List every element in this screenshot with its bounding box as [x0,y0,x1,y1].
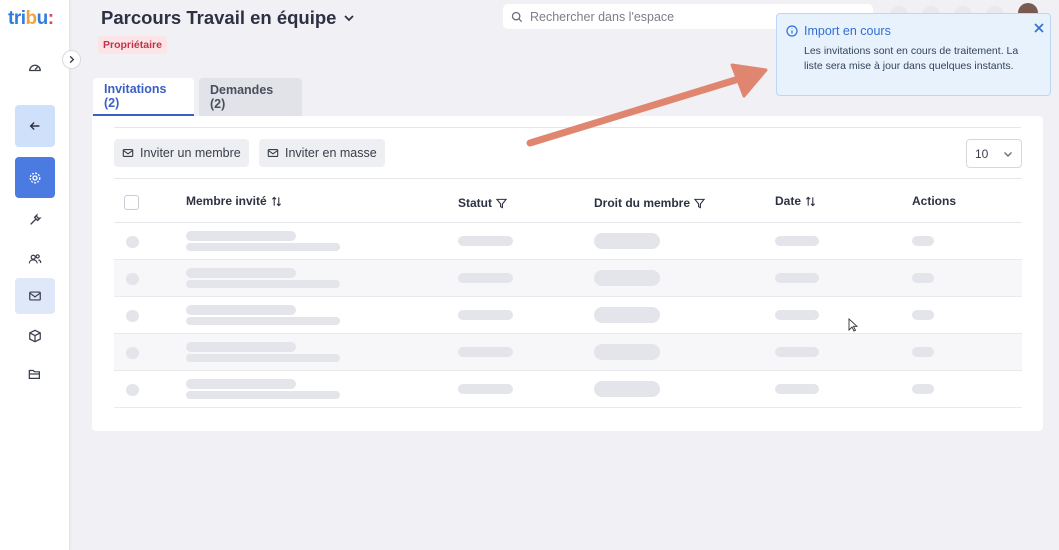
column-member[interactable]: Membre invité [186,194,282,208]
mail-icon [267,149,279,157]
sidebar-item-packages[interactable] [15,316,55,356]
skeleton-name [186,379,296,389]
skeleton-status [458,384,513,394]
wrench-icon [30,213,42,225]
arrow-left-icon [29,122,40,130]
toast-message: Les invitations sont en cours de traitem… [804,45,1019,72]
skeleton-actions [912,310,934,320]
tab-bar: Invitations (2) Demandes (2) [93,78,302,116]
per-page-value: 10 [975,146,989,161]
skeleton-email [186,243,340,251]
sidebar-toggle-button[interactable] [62,50,81,69]
invitations-table: Membre invité Statut Droit du membre Dat… [114,178,1022,408]
column-actions: Actions [912,194,957,208]
cube-icon [29,329,41,343]
skeleton-actions [912,347,934,357]
invite-bulk-button[interactable]: Inviter en masse [259,139,385,167]
skeleton-name [186,342,296,352]
skeleton-name [186,231,296,241]
chevron-down-icon [1004,151,1012,157]
sidebar-item-dashboard[interactable] [15,47,55,87]
sort-icon [271,196,281,206]
table-row-loading [114,371,1022,408]
skeleton-checkbox [126,384,139,396]
annotation-arrow [526,63,768,147]
mail-icon [122,149,134,157]
skeleton-date [775,236,819,246]
mail-icon [29,291,41,301]
table-row-loading [114,260,1022,297]
skeleton-date [775,273,819,283]
skeleton-actions [912,384,934,394]
skeleton-actions [912,273,934,283]
chevron-right-icon [69,55,75,64]
sidebar-item-mail[interactable] [15,278,55,314]
users-icon [28,254,42,264]
skeleton-name [186,268,296,278]
skeleton-right [594,270,660,286]
sidebar-item-folders[interactable] [15,354,55,394]
tab-demandes[interactable]: Demandes (2) [199,78,302,116]
column-date[interactable]: Date [775,194,816,208]
skeleton-status [458,273,513,283]
role-badge: Propriétaire [98,36,167,54]
chevron-down-icon [344,15,355,22]
filter-icon [496,198,507,209]
folder-icon [28,369,40,379]
sidebar-item-tools[interactable] [15,200,55,240]
mouse-cursor [848,318,858,332]
back-button[interactable] [15,105,55,147]
skeleton-date [775,347,819,357]
skeleton-email [186,317,340,325]
table-row-loading [114,223,1022,260]
skeleton-right [594,344,660,360]
info-icon [786,25,798,37]
column-right[interactable]: Droit du membre [594,196,706,210]
skeleton-email [186,391,340,399]
column-status[interactable]: Statut [458,196,507,210]
invite-bulk-label: Inviter en masse [285,146,377,160]
space-title-dropdown[interactable]: Parcours Travail en équipe [101,7,355,29]
skeleton-email [186,280,340,288]
tab-invitations[interactable]: Invitations (2) [93,78,194,116]
skeleton-checkbox [126,236,139,248]
sidebar-item-settings[interactable] [15,157,55,198]
toast-title: Import en cours [804,24,891,38]
skeleton-checkbox [126,273,139,285]
skeleton-date [775,310,819,320]
skeleton-date [775,384,819,394]
skeleton-status [458,347,513,357]
sidebar: tribu: [0,0,70,550]
sidebar-item-members[interactable] [15,239,55,279]
invite-member-button[interactable]: Inviter un membre [114,139,249,167]
skeleton-status [458,310,513,320]
search-icon [511,11,523,22]
skeleton-checkbox [126,347,139,359]
skeleton-right [594,307,660,323]
invite-member-label: Inviter un membre [140,146,241,160]
skeleton-status [458,236,513,246]
select-all-checkbox[interactable] [124,195,139,210]
skeleton-email [186,354,340,362]
table-header: Membre invité Statut Droit du membre Dat… [114,178,1022,223]
table-body [114,223,1022,408]
per-page-select[interactable]: 10 [966,139,1022,168]
skeleton-checkbox [126,310,139,322]
close-icon[interactable] [1033,22,1045,34]
page-title: Parcours Travail en équipe [101,7,337,28]
table-row-loading [114,334,1022,371]
gauge-icon [29,64,41,72]
tribu-logo[interactable]: tribu: [8,8,54,29]
filter-icon [694,198,706,209]
gear-icon [29,172,41,183]
table-row-loading [114,297,1022,334]
skeleton-actions [912,236,934,246]
import-toast: Import en cours Les invitations sont en … [776,13,1051,96]
sort-icon [806,196,816,206]
invitations-panel: Inviter un membre Inviter en masse 10 Me… [92,116,1043,431]
skeleton-name [186,305,296,315]
skeleton-right [594,233,660,249]
skeleton-right [594,381,660,397]
